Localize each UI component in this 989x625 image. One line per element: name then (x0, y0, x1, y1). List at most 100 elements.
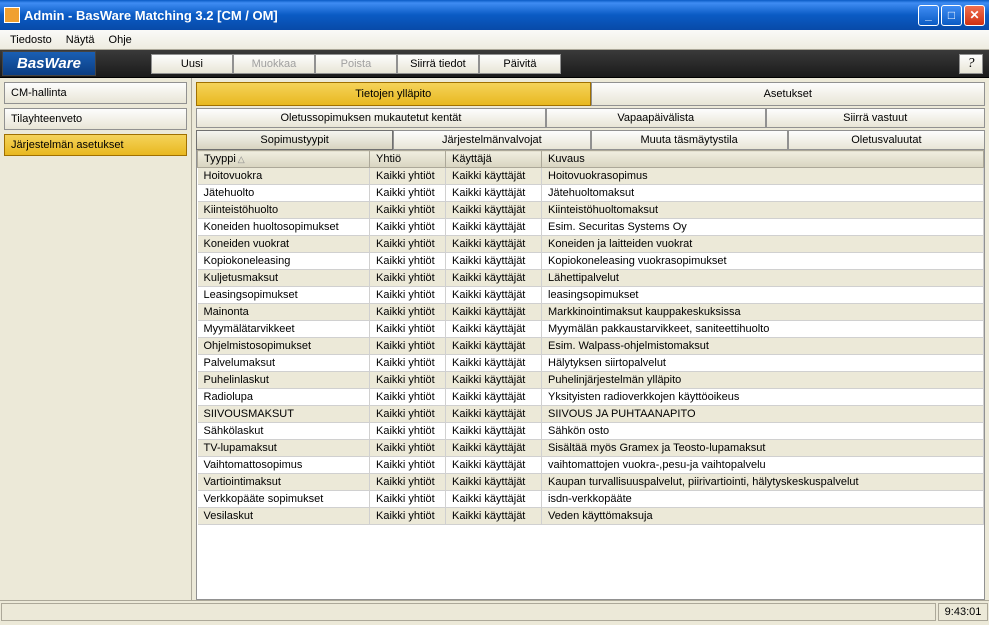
cell-company: Kaikki yhtiöt (370, 253, 446, 270)
tab-tietojen-yllapito[interactable]: Tietojen ylläpito (196, 82, 591, 106)
tab-oletusvaluutat[interactable]: Oletusvaluutat (788, 130, 985, 150)
cell-user: Kaikki käyttäjät (446, 304, 542, 321)
table-row[interactable]: VaihtomattosopimusKaikki yhtiötKaikki kä… (198, 457, 984, 474)
table-row[interactable]: JätehuoltoKaikki yhtiötKaikki käyttäjätJ… (198, 185, 984, 202)
cell-desc: Esim. Securitas Systems Oy (542, 219, 984, 236)
table-row[interactable]: VesilaskutKaikki yhtiötKaikki käyttäjätV… (198, 508, 984, 525)
tab-sopimustyypit[interactable]: Sopimustyypit (196, 130, 393, 150)
cell-user: Kaikki käyttäjät (446, 202, 542, 219)
cell-user: Kaikki käyttäjät (446, 287, 542, 304)
refresh-button[interactable]: Päivitä (479, 54, 561, 74)
tab-jarjestelmanvalvojat[interactable]: Järjestelmänvalvojat (393, 130, 590, 150)
table-row[interactable]: MyymälätarvikkeetKaikki yhtiötKaikki käy… (198, 321, 984, 338)
tab-asetukset[interactable]: Asetukset (591, 82, 986, 106)
close-button[interactable]: ✕ (964, 5, 985, 26)
cell-user: Kaikki käyttäjät (446, 389, 542, 406)
cell-user: Kaikki käyttäjät (446, 491, 542, 508)
status-time: 9:43:01 (938, 603, 988, 621)
statusbar: 9:43:01 (0, 600, 989, 622)
table-row[interactable]: Koneiden vuokratKaikki yhtiötKaikki käyt… (198, 236, 984, 253)
column-yhtio[interactable]: Yhtiö (370, 151, 446, 168)
delete-button[interactable]: Poista (315, 54, 397, 74)
table-row[interactable]: VartiointimaksutKaikki yhtiötKaikki käyt… (198, 474, 984, 491)
table-scroll[interactable]: Tyyppi△ Yhtiö Käyttäjä Kuvaus Hoitovuokr… (197, 150, 984, 599)
tab-siirra-vastuut[interactable]: Siirrä vastuut (766, 108, 986, 128)
cell-user: Kaikki käyttäjät (446, 372, 542, 389)
cell-user: Kaikki käyttäjät (446, 355, 542, 372)
edit-button[interactable]: Muokkaa (233, 54, 315, 74)
tab-muuta-tasmaytystila[interactable]: Muuta täsmäytystila (591, 130, 788, 150)
cell-company: Kaikki yhtiöt (370, 491, 446, 508)
cell-company: Kaikki yhtiöt (370, 440, 446, 457)
cell-desc: Esim. Walpass-ohjelmistomaksut (542, 338, 984, 355)
table-row[interactable]: Koneiden huoltosopimuksetKaikki yhtiötKa… (198, 219, 984, 236)
table-row[interactable]: Verkkopääte sopimuksetKaikki yhtiötKaikk… (198, 491, 984, 508)
sidebar-cm-hallinta[interactable]: CM-hallinta (4, 82, 187, 104)
cell-company: Kaikki yhtiöt (370, 304, 446, 321)
cell-type: Myymälätarvikkeet (198, 321, 370, 338)
cell-type: Mainonta (198, 304, 370, 321)
cell-type: Koneiden vuokrat (198, 236, 370, 253)
table-row[interactable]: SähkölaskutKaikki yhtiötKaikki käyttäjät… (198, 423, 984, 440)
tab-oletussopimuksen-mukautetut-kentat[interactable]: Oletussopimuksen mukautetut kentät (196, 108, 546, 128)
cell-desc: Veden käyttömaksuja (542, 508, 984, 525)
table-row[interactable]: TV-lupamaksutKaikki yhtiötKaikki käyttäj… (198, 440, 984, 457)
column-kuvaus[interactable]: Kuvaus (542, 151, 984, 168)
cell-type: Palvelumaksut (198, 355, 370, 372)
cell-company: Kaikki yhtiöt (370, 219, 446, 236)
cell-desc: isdn-verkkopääte (542, 491, 984, 508)
table-row[interactable]: SIIVOUSMAKSUTKaikki yhtiötKaikki käyttäj… (198, 406, 984, 423)
cell-type: Verkkopääte sopimukset (198, 491, 370, 508)
column-kayttaja[interactable]: Käyttäjä (446, 151, 542, 168)
cell-user: Kaikki käyttäjät (446, 253, 542, 270)
move-button[interactable]: Siirrä tiedot (397, 54, 479, 74)
cell-desc: Kiinteistöhuoltomaksut (542, 202, 984, 219)
cell-user: Kaikki käyttäjät (446, 423, 542, 440)
data-table: Tyyppi△ Yhtiö Käyttäjä Kuvaus Hoitovuokr… (197, 150, 984, 525)
help-button[interactable]: ? (959, 54, 983, 74)
cell-user: Kaikki käyttäjät (446, 168, 542, 185)
column-tyyppi[interactable]: Tyyppi△ (198, 151, 370, 168)
cell-type: Kopiokoneleasing (198, 253, 370, 270)
cell-desc: Sisältää myös Gramex ja Teosto-lupamaksu… (542, 440, 984, 457)
cell-type: Jätehuolto (198, 185, 370, 202)
cell-desc: Sähkön osto (542, 423, 984, 440)
menu-file[interactable]: Tiedosto (4, 32, 58, 48)
cell-user: Kaikki käyttäjät (446, 236, 542, 253)
table-row[interactable]: RadiolupaKaikki yhtiötKaikki käyttäjätYk… (198, 389, 984, 406)
cell-company: Kaikki yhtiöt (370, 287, 446, 304)
cell-user: Kaikki käyttäjät (446, 457, 542, 474)
table-row[interactable]: KiinteistöhuoltoKaikki yhtiötKaikki käyt… (198, 202, 984, 219)
table-row[interactable]: OhjelmistosopimuksetKaikki yhtiötKaikki … (198, 338, 984, 355)
minimize-button[interactable]: _ (918, 5, 939, 26)
table-row[interactable]: LeasingsopimuksetKaikki yhtiötKaikki käy… (198, 287, 984, 304)
tab-vapaapaivalista[interactable]: Vapaapäivälista (546, 108, 766, 128)
new-button[interactable]: Uusi (151, 54, 233, 74)
window-title: Admin - BasWare Matching 3.2 [CM / OM] (24, 8, 918, 23)
table-row[interactable]: KopiokoneleasingKaikki yhtiötKaikki käyt… (198, 253, 984, 270)
cell-user: Kaikki käyttäjät (446, 185, 542, 202)
cell-user: Kaikki käyttäjät (446, 406, 542, 423)
sidebar-tilayhteenveto[interactable]: Tilayhteenveto (4, 108, 187, 130)
cell-user: Kaikki käyttäjät (446, 270, 542, 287)
table-row[interactable]: KuljetusmaksutKaikki yhtiötKaikki käyttä… (198, 270, 984, 287)
cell-type: Hoitovuokra (198, 168, 370, 185)
app-icon (4, 7, 20, 23)
cell-type: Vesilaskut (198, 508, 370, 525)
menu-view[interactable]: Näytä (60, 32, 101, 48)
titlebar: Admin - BasWare Matching 3.2 [CM / OM] _… (0, 0, 989, 30)
menu-help[interactable]: Ohje (103, 32, 138, 48)
table-row[interactable]: PuhelinlaskutKaikki yhtiötKaikki käyttäj… (198, 372, 984, 389)
table-row[interactable]: HoitovuokraKaikki yhtiötKaikki käyttäjät… (198, 168, 984, 185)
table-row[interactable]: PalvelumaksutKaikki yhtiötKaikki käyttäj… (198, 355, 984, 372)
sidebar-jarjestelman-asetukset[interactable]: Järjestelmän asetukset (4, 134, 187, 156)
cell-user: Kaikki käyttäjät (446, 474, 542, 491)
cell-user: Kaikki käyttäjät (446, 219, 542, 236)
maximize-button[interactable]: □ (941, 5, 962, 26)
cell-desc: Puhelinjärjestelmän ylläpito (542, 372, 984, 389)
cell-user: Kaikki käyttäjät (446, 440, 542, 457)
cell-company: Kaikki yhtiöt (370, 168, 446, 185)
table-row[interactable]: MainontaKaikki yhtiötKaikki käyttäjätMar… (198, 304, 984, 321)
cell-company: Kaikki yhtiöt (370, 321, 446, 338)
cell-user: Kaikki käyttäjät (446, 321, 542, 338)
